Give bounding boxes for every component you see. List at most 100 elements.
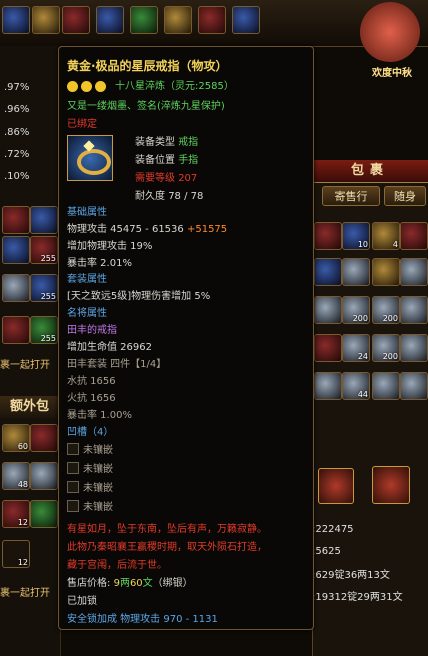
bag-slot[interactable] [30,424,58,452]
gift-bag-button[interactable] [372,466,410,504]
bag-slot[interactable]: 255 [30,316,58,344]
price-wen: 文 [142,578,153,589]
price-label: 售店价格: [67,578,114,589]
tab-carry[interactable]: 随身 [384,186,426,206]
bag-slot[interactable] [30,206,58,234]
inventory-slot[interactable] [314,296,342,324]
bag-slot[interactable]: 12 [2,500,30,528]
inventory-slot[interactable]: 200 [372,296,400,324]
crit-rate: 暴击率 2.01% [67,258,132,269]
skill-slot[interactable] [32,6,60,34]
water-resist: 水抗 1656 [67,376,116,387]
slot-status: 未镶嵌 [83,464,113,475]
open-together-text: 裹一起打开 [0,360,50,371]
bag-slot[interactable]: 255 [30,236,58,264]
slot-checkbox [67,462,79,474]
item-count: 10 [357,240,368,249]
item-count: 24 [357,352,368,361]
inventory-slot[interactable] [400,372,428,400]
skill-slot[interactable] [164,6,192,34]
bag-slot[interactable]: 255 [30,274,58,302]
inventory-slot[interactable] [372,372,400,400]
bound-status: 已绑定 [67,119,97,130]
sell-price: 售店价格: 9两60文（绑银） [67,574,193,589]
event-label[interactable]: 欢度中秋 [362,64,422,79]
item-count: 255 [40,292,56,301]
pos-label: 装备位置 手指 [135,151,198,166]
skill-slot[interactable] [2,6,30,34]
tab-consignment[interactable]: 寄售行 [322,186,380,206]
set-header: 套装属性 [67,274,107,285]
inventory-slot[interactable]: 44 [342,372,370,400]
item-count: 60 [17,442,28,451]
skill-slot[interactable] [130,6,158,34]
inventory-slot[interactable]: 200 [342,296,370,324]
inventory-slot[interactable]: 10 [342,222,370,250]
bag-slot[interactable] [30,500,58,528]
lock-bonus: 安全锁加成 物理攻击 970 - 1131 [67,614,218,625]
inventory-slot[interactable] [314,334,342,362]
skill-slot[interactable] [62,6,90,34]
slot-status: 未镶嵌 [83,445,113,456]
inventory-slot[interactable] [400,222,428,250]
type-value: 戒指 [178,137,199,148]
bag-slot[interactable] [2,206,30,234]
level-label: 需要等级 207 [135,169,197,184]
bag-slot[interactable]: 12 [2,540,30,568]
type-label-text: 装备类型 [135,137,175,148]
stat-percent: .97% [4,82,30,93]
slot-checkbox [67,443,79,455]
inventory-slot[interactable] [400,296,428,324]
life-bonus: 增加生命值 26962 [67,342,152,353]
inventory-slot[interactable] [314,372,342,400]
money-value: :222475 [312,524,354,535]
phys-atk-pct: 增加物理攻击 19% [67,241,153,252]
slot-header: 凹槽（4） [67,427,114,438]
bag-slot[interactable]: 48 [2,462,30,490]
lock-status: 已加锁 [67,596,97,607]
bag-slot[interactable] [2,316,30,344]
refine-level: 十八星淬炼（灵元:2585） [115,81,234,92]
inventory-slot[interactable]: 24 [342,334,370,362]
inventory-slot[interactable] [400,334,428,362]
slot-status: 未镶嵌 [83,483,113,494]
bag-slot[interactable]: 60 [2,424,30,452]
inventory-slot[interactable] [400,258,428,286]
basic-header: 基础属性 [67,207,107,218]
inventory-header: 包裹 [312,160,428,183]
crit-rate-2: 暴击率 1.00% [67,410,132,421]
phys-atk: 物理攻击 45475 - 61536 +51575 [67,220,227,235]
money-value: :19312锭29两31文 [312,592,403,603]
dur-label: 耐久度 [135,191,165,202]
stat-percent: .96% [4,104,30,115]
gift-bag-button[interactable] [318,468,354,504]
extra-bag-header: 额外包 [0,396,60,418]
item-count: 255 [40,334,56,343]
skill-slot[interactable] [96,6,124,34]
bag-slot[interactable] [30,462,58,490]
slot-checkbox [67,500,79,512]
lore-line: 藏于宫闱，后流于世。 [67,560,167,571]
inventory-slot[interactable] [314,258,342,286]
skill-slot[interactable] [198,6,226,34]
lore-line: 此物乃秦昭襄王赢稷时期，取天外陨石打造， [67,542,267,553]
money-value: :629锭36两13文 [312,570,390,581]
stat-percent: .86% [4,127,30,138]
stat-percent: .72% [4,149,30,160]
famous-header: 名将属性 [67,308,107,319]
price-wen-number: 60 [129,578,143,589]
bag-slot[interactable] [2,274,30,302]
pos-label-text: 装备位置 [135,155,175,166]
inventory-slot[interactable] [314,222,342,250]
rating-row: 十八星淬炼（灵元:2585） [67,77,234,92]
inventory-slot[interactable] [342,258,370,286]
event-gift-icon[interactable] [360,2,420,62]
inventory-slot[interactable] [372,258,400,286]
item-title: 黄金·极品的星辰戒指（物攻） [67,59,228,73]
inventory-slot[interactable]: 4 [372,222,400,250]
skill-slot[interactable] [232,6,260,34]
set-line: [天之致远5级]物理伤害增加 5% [67,291,211,302]
bag-slot[interactable] [2,236,30,264]
durability: 耐久度 78 / 78 [135,187,203,202]
inventory-slot[interactable]: 200 [372,334,400,362]
